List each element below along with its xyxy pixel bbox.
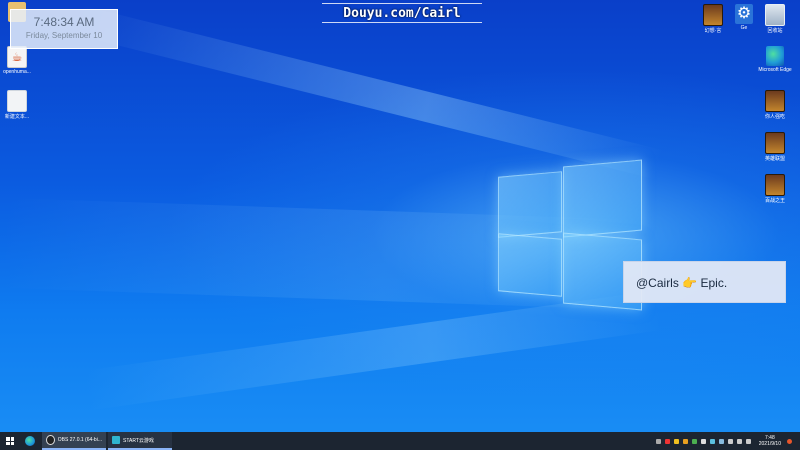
tray-app-icon[interactable] [673, 438, 679, 444]
desktop-icon-text-file[interactable]: 新建文本... [0, 90, 34, 120]
network-icon[interactable] [727, 438, 733, 444]
windows-start-icon [6, 437, 14, 445]
desktop-icon-gear[interactable]: ⚙ Ge [727, 4, 761, 31]
desktop-icon-game-4[interactable]: 百战之王 [758, 174, 792, 204]
game-icon [765, 174, 785, 196]
taskbar-clock-date: 2021/9/10 [758, 441, 781, 447]
game-icon [703, 4, 723, 26]
tray-app-icon[interactable] [718, 438, 724, 444]
stream-overlay-text: Douyu.com/Cairl [343, 6, 461, 21]
desktop-icon-java[interactable]: ☕ openhuma... [0, 46, 34, 75]
taskbar-app-label: OBS 27.0.1 (64-bi... [57, 437, 102, 443]
desktop-icon-label: 你人强吃 [764, 114, 785, 120]
gear-icon: ⚙ [735, 4, 753, 24]
desktop-icon-label: 回收站 [767, 28, 783, 34]
stream-overlay: Douyu.com/Cairl [322, 3, 482, 23]
edge-icon [25, 436, 35, 446]
obs-icon [46, 435, 55, 445]
system-tray: 7:48 2021/9/10 [654, 432, 800, 450]
taskbar-clock[interactable]: 7:48 2021/9/10 [759, 435, 781, 447]
java-icon: ☕ [7, 46, 27, 68]
desktop-icon-label: openhuma... [3, 69, 31, 75]
clock-time: 7:48:34 AM [33, 15, 95, 29]
clock-widget[interactable]: 7:48:34 AM Friday, September 10 [10, 9, 118, 49]
logo-pane [498, 171, 562, 238]
logo-pane [563, 159, 642, 238]
recycle-bin-icon [765, 4, 785, 26]
desktop-icon-label: 幻想·言 [704, 28, 722, 34]
light-beam [74, 5, 664, 180]
chevron-up-icon[interactable] [655, 438, 661, 444]
taskbar-app-label: START云游戏 [123, 437, 154, 444]
notification-message: Epic. [700, 276, 728, 290]
taskbar-app-start[interactable]: START云游戏 [108, 432, 172, 450]
taskbar-app-obs[interactable]: OBS 27.0.1 (64-bi... [42, 432, 106, 450]
desktop[interactable]: ☕ openhuma... 新建文本... 7:48:34 AM Friday,… [0, 0, 800, 450]
text-file-icon [7, 90, 27, 112]
edge-icon [766, 46, 784, 66]
desktop-icon-label: 新建文本... [4, 114, 30, 120]
notification-center-icon[interactable] [787, 438, 792, 444]
desktop-icon-game-3[interactable]: 英雄联盟 [758, 132, 792, 162]
notification-mention: @Cairls [636, 276, 679, 290]
desktop-icon-game-2[interactable]: 你人强吃 [758, 90, 792, 120]
desktop-icon-edge[interactable]: Microsoft Edge [758, 46, 792, 73]
logo-pane [498, 233, 562, 297]
desktop-icon-label: 英雄联盟 [764, 156, 785, 162]
desktop-icon-label: Microsoft Edge [758, 67, 792, 73]
notification-text: @Cairls 👉 Epic. [636, 276, 727, 290]
desktop-icon-recycle-bin[interactable]: 回收站 [758, 4, 792, 34]
desktop-icon-label: Ge [740, 25, 748, 31]
tray-app-icon[interactable] [691, 438, 697, 444]
clock-date: Friday, September 10 [25, 31, 103, 40]
desktop-icon-label: 百战之王 [764, 198, 785, 204]
taskbar-edge-button[interactable] [20, 432, 40, 450]
pointing-hand-icon: 👉 [682, 276, 698, 290]
volume-icon[interactable] [736, 438, 742, 444]
light-beam [82, 290, 663, 411]
notification-card: @Cairls 👉 Epic. [623, 261, 786, 303]
start-app-icon [112, 436, 120, 444]
taskbar: OBS 27.0.1 (64-bi... START云游戏 7:48 2021/… [0, 432, 800, 450]
game-icon [765, 132, 785, 154]
start-button[interactable] [0, 432, 20, 450]
tray-app-icon[interactable] [682, 438, 688, 444]
game-icon [765, 90, 785, 112]
desktop-icon-game-1[interactable]: 幻想·言 [696, 4, 730, 34]
tray-app-icon[interactable] [709, 438, 715, 444]
ime-icon[interactable] [745, 438, 751, 444]
tray-app-icon[interactable] [664, 438, 670, 444]
tray-app-icon[interactable] [700, 438, 706, 444]
